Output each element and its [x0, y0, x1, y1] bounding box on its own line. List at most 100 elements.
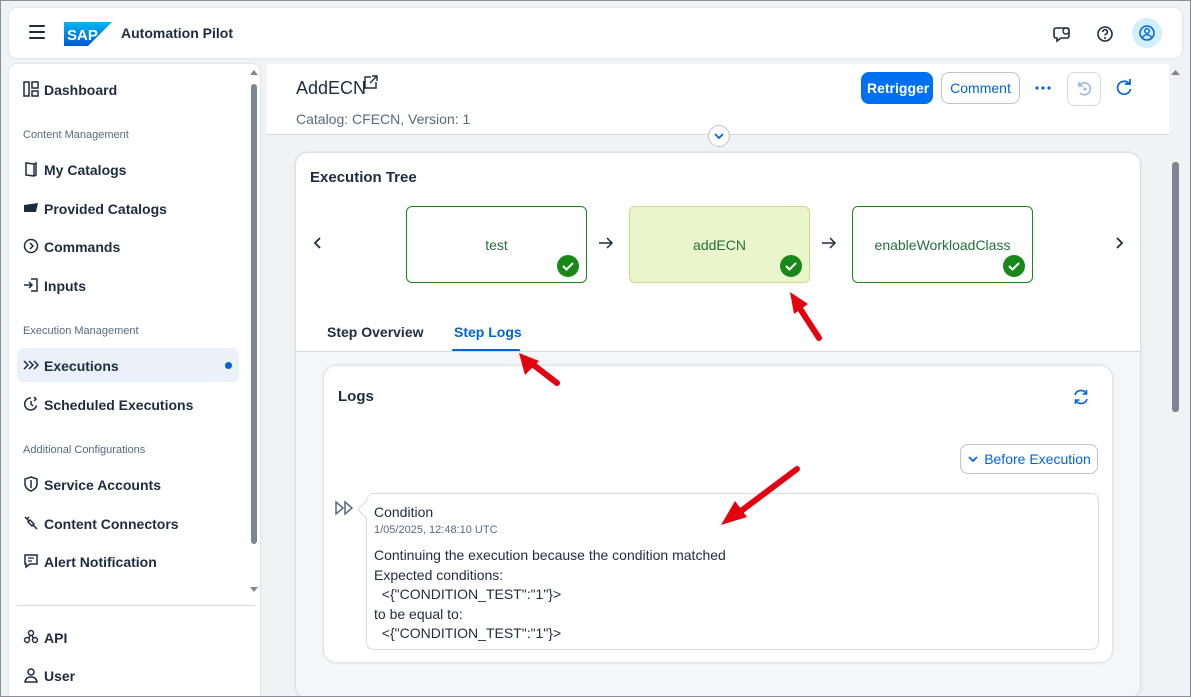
sidebar-item-user[interactable]: User: [17, 658, 239, 692]
tree-node-test[interactable]: test: [406, 206, 587, 283]
sidebar-item-label: Provided Catalogs: [44, 201, 167, 217]
sidebar-item-executions[interactable]: Executions: [17, 348, 239, 382]
menu-icon[interactable]: [29, 25, 45, 39]
tab-step-overview[interactable]: Step Overview: [327, 324, 424, 340]
sidebar-divider: [17, 605, 255, 606]
app-window: SAP Automation Pilot Dashboard Content M…: [0, 0, 1191, 697]
nav-group-content-management: Content Management: [23, 129, 129, 141]
sidebar-item-inputs[interactable]: Inputs: [17, 268, 239, 302]
scrollbar-thumb[interactable]: [1172, 162, 1179, 412]
sidebar-item-scheduled-executions[interactable]: Scheduled Executions: [17, 387, 239, 421]
sidebar-item-api[interactable]: API: [17, 620, 239, 654]
undo-button[interactable]: [1067, 72, 1101, 106]
sidebar-item-label: API: [44, 630, 68, 646]
object-header: AddECN Catalog: CFECN, Version: 1 Retrig…: [267, 64, 1169, 134]
sap-logo: SAP: [64, 22, 112, 46]
app-title: Automation Pilot: [121, 25, 233, 41]
tree-node-addecn[interactable]: addECN: [629, 206, 810, 283]
nav-group-execution-management: Execution Management: [23, 325, 139, 337]
check-icon: [780, 255, 802, 277]
arrow-right-icon: [822, 237, 837, 249]
logs-title: Logs: [338, 388, 374, 405]
main-scrollbar[interactable]: [1169, 64, 1182, 696]
scroll-up-icon[interactable]: [249, 68, 259, 76]
sidebar-item-content-connectors[interactable]: Content Connectors: [17, 506, 239, 540]
tab-step-logs[interactable]: Step Logs: [454, 324, 522, 340]
shield-icon: [24, 476, 38, 492]
input-icon: [24, 278, 38, 292]
sidebar-item-label: User: [44, 668, 76, 684]
chevron-right-icon[interactable]: [1111, 235, 1127, 251]
help-icon[interactable]: [1094, 23, 1116, 45]
node-label: test: [485, 237, 508, 253]
log-entry-timestamp: 1/05/2025, 12:48:10 UTC: [374, 524, 498, 536]
scrollbar-thumb[interactable]: [251, 84, 257, 544]
sidebar-scrollbar[interactable]: [248, 64, 260, 604]
sidebar-item-label: Executions: [44, 358, 119, 374]
sidebar-item-service-accounts[interactable]: Service Accounts: [17, 467, 239, 501]
collapse-header-button[interactable]: [708, 125, 730, 147]
sidebar-item-provided-catalogs[interactable]: Provided Catalogs: [17, 191, 239, 225]
more-icon[interactable]: [1027, 72, 1059, 104]
scroll-down-icon[interactable]: [249, 586, 259, 594]
dashboard-icon: [23, 81, 39, 97]
arrow-right-icon: [599, 237, 614, 249]
step-run-icon: [335, 500, 354, 516]
sidebar-item-label: Alert Notification: [44, 554, 157, 570]
external-link-icon[interactable]: [363, 75, 378, 90]
before-execution-button[interactable]: Before Execution: [960, 444, 1098, 474]
sidebar-item-label: Dashboard: [44, 82, 118, 98]
check-icon: [1003, 255, 1025, 277]
plug-icon: [24, 516, 38, 530]
main-content: AddECN Catalog: CFECN, Version: 1 Retrig…: [267, 64, 1182, 696]
play-circle-icon: [23, 238, 39, 254]
node-label: addECN: [693, 237, 746, 253]
nav-group-additional-configurations: Additional Configurations: [23, 444, 146, 456]
brand-text: SAP: [67, 27, 98, 44]
book-icon: [25, 161, 37, 177]
log-entry-message: Continuing the execution because the con…: [374, 547, 726, 641]
check-icon: [557, 255, 579, 277]
page-title: AddECN: [296, 78, 367, 98]
feedback-icon[interactable]: [1052, 23, 1074, 45]
avatar[interactable]: [1132, 18, 1162, 48]
retrigger-button[interactable]: Retrigger: [861, 72, 933, 104]
chevron-left-icon[interactable]: [310, 235, 326, 251]
undo-icon: [1078, 82, 1092, 96]
node-label: enableWorkloadClass: [874, 237, 1011, 253]
refresh-icon[interactable]: [1108, 72, 1140, 104]
sidebar-item-alert-notification[interactable]: Alert Notification: [17, 544, 239, 578]
sidebar-item-label: Scheduled Executions: [44, 397, 194, 413]
sidebar-item-label: Commands: [44, 239, 121, 255]
log-entry-name: Condition: [374, 504, 434, 520]
scroll-up-icon[interactable]: [1170, 68, 1181, 76]
user-icon: [1139, 25, 1155, 41]
sidebar-item-my-catalogs[interactable]: My Catalogs: [17, 152, 239, 186]
chevron-down-icon: [714, 133, 724, 140]
sidebar-item-dashboard[interactable]: Dashboard: [17, 72, 239, 106]
refresh-icon[interactable]: [1072, 388, 1090, 406]
comment-button[interactable]: Comment: [941, 72, 1020, 104]
sidebar-item-label: Inputs: [44, 278, 86, 294]
sidebar-item-label: Content Connectors: [44, 516, 179, 532]
sidebar-item-label: My Catalogs: [44, 162, 127, 178]
chevron-down-icon: [968, 456, 978, 463]
shell-bar: SAP Automation Pilot: [9, 8, 1182, 58]
executions-icon: [23, 360, 39, 370]
logs-card: Logs Before Execution Condition 1/05/202…: [324, 366, 1112, 662]
sidebar: Dashboard Content Management My Catalogs…: [9, 64, 260, 696]
sidebar-item-label: Service Accounts: [44, 477, 161, 493]
person-icon: [24, 668, 38, 683]
before-execution-label: Before Execution: [984, 451, 1091, 467]
log-entry: Condition 1/05/2025, 12:48:10 UTC Contin…: [366, 493, 1099, 650]
execution-tree-title: Execution Tree: [310, 169, 417, 186]
execution-tree-card: Execution Tree test addECN enableWorkloa…: [296, 153, 1140, 696]
api-icon: [23, 629, 39, 644]
clock-refresh-icon: [23, 396, 38, 411]
folder-icon: [24, 203, 38, 212]
tree-node-enableworkloadclass[interactable]: enableWorkloadClass: [852, 206, 1033, 283]
active-indicator: [225, 362, 232, 369]
sidebar-item-commands[interactable]: Commands: [17, 229, 239, 263]
message-icon: [24, 554, 38, 569]
catalog-version: Catalog: CFECN, Version: 1: [296, 111, 471, 127]
